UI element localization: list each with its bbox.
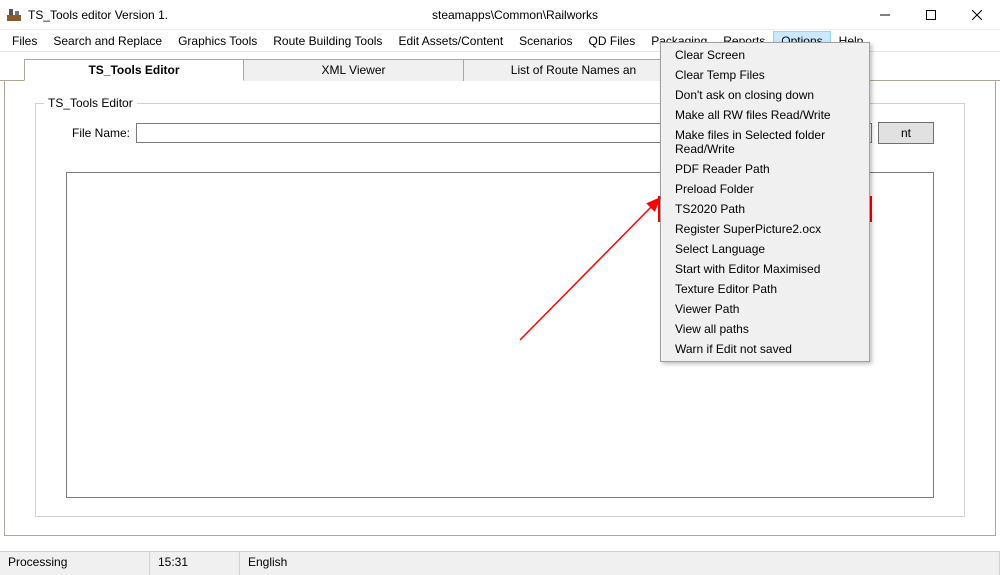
options-item-warn-if-edit-not-saved[interactable]: Warn if Edit not saved xyxy=(661,339,869,359)
options-item-clear-temp-files[interactable]: Clear Temp Files xyxy=(661,65,869,85)
tab-1[interactable]: XML Viewer xyxy=(244,59,464,81)
groupbox-legend: TS_Tools Editor xyxy=(44,96,137,110)
menu-item-graphics-tools[interactable]: Graphics Tools xyxy=(170,31,265,51)
title-center: steamapps\Common\Railworks xyxy=(168,8,862,22)
options-item-don-t-ask-on-closing-down[interactable]: Don't ask on closing down xyxy=(661,85,869,105)
titlebar: TS_Tools editor Version 1. steamapps\Com… xyxy=(0,0,1000,30)
menu-item-edit-assets-content[interactable]: Edit Assets/Content xyxy=(390,31,511,51)
options-item-view-all-paths[interactable]: View all paths xyxy=(661,319,869,339)
maximize-button[interactable] xyxy=(908,0,954,29)
file-action-button[interactable]: nt xyxy=(878,122,934,144)
menu-item-scenarios[interactable]: Scenarios xyxy=(511,31,580,51)
status-processing: Processing xyxy=(0,552,150,575)
menu-item-qd-files[interactable]: QD Files xyxy=(581,31,644,51)
status-time: 15:31 xyxy=(150,552,240,575)
minimize-button[interactable] xyxy=(862,0,908,29)
title-left: TS_Tools editor Version 1. xyxy=(28,8,168,22)
file-name-label: File Name: xyxy=(66,126,136,140)
options-item-ts2020-path[interactable]: TS2020 Path xyxy=(661,199,869,219)
options-item-register-superpicture2-ocx[interactable]: Register SuperPicture2.ocx xyxy=(661,219,869,239)
options-item-clear-screen[interactable]: Clear Screen xyxy=(661,45,869,65)
options-item-pdf-reader-path[interactable]: PDF Reader Path xyxy=(661,159,869,179)
status-language: English xyxy=(240,552,1000,575)
options-item-make-all-rw-files-read-write[interactable]: Make all RW files Read/Write xyxy=(661,105,869,125)
options-item-make-files-in-selected-folder-read-write[interactable]: Make files in Selected folder Read/Write xyxy=(661,125,869,159)
tab-2[interactable]: List of Route Names an xyxy=(464,59,684,81)
window-controls xyxy=(862,0,1000,29)
statusbar: Processing 15:31 English xyxy=(0,551,1000,575)
options-item-texture-editor-path[interactable]: Texture Editor Path xyxy=(661,279,869,299)
options-item-viewer-path[interactable]: Viewer Path xyxy=(661,299,869,319)
options-item-preload-folder[interactable]: Preload Folder xyxy=(661,179,869,199)
options-dropdown: Clear ScreenClear Temp FilesDon't ask on… xyxy=(660,42,870,362)
menu-item-route-building-tools[interactable]: Route Building Tools xyxy=(265,31,390,51)
menu-item-files[interactable]: Files xyxy=(4,31,45,51)
options-item-start-with-editor-maximised[interactable]: Start with Editor Maximised xyxy=(661,259,869,279)
tab-0[interactable]: TS_Tools Editor xyxy=(24,59,244,81)
menu-item-search-and-replace[interactable]: Search and Replace xyxy=(45,31,170,51)
close-button[interactable] xyxy=(954,0,1000,29)
app-icon xyxy=(6,7,22,23)
options-item-select-language[interactable]: Select Language xyxy=(661,239,869,259)
